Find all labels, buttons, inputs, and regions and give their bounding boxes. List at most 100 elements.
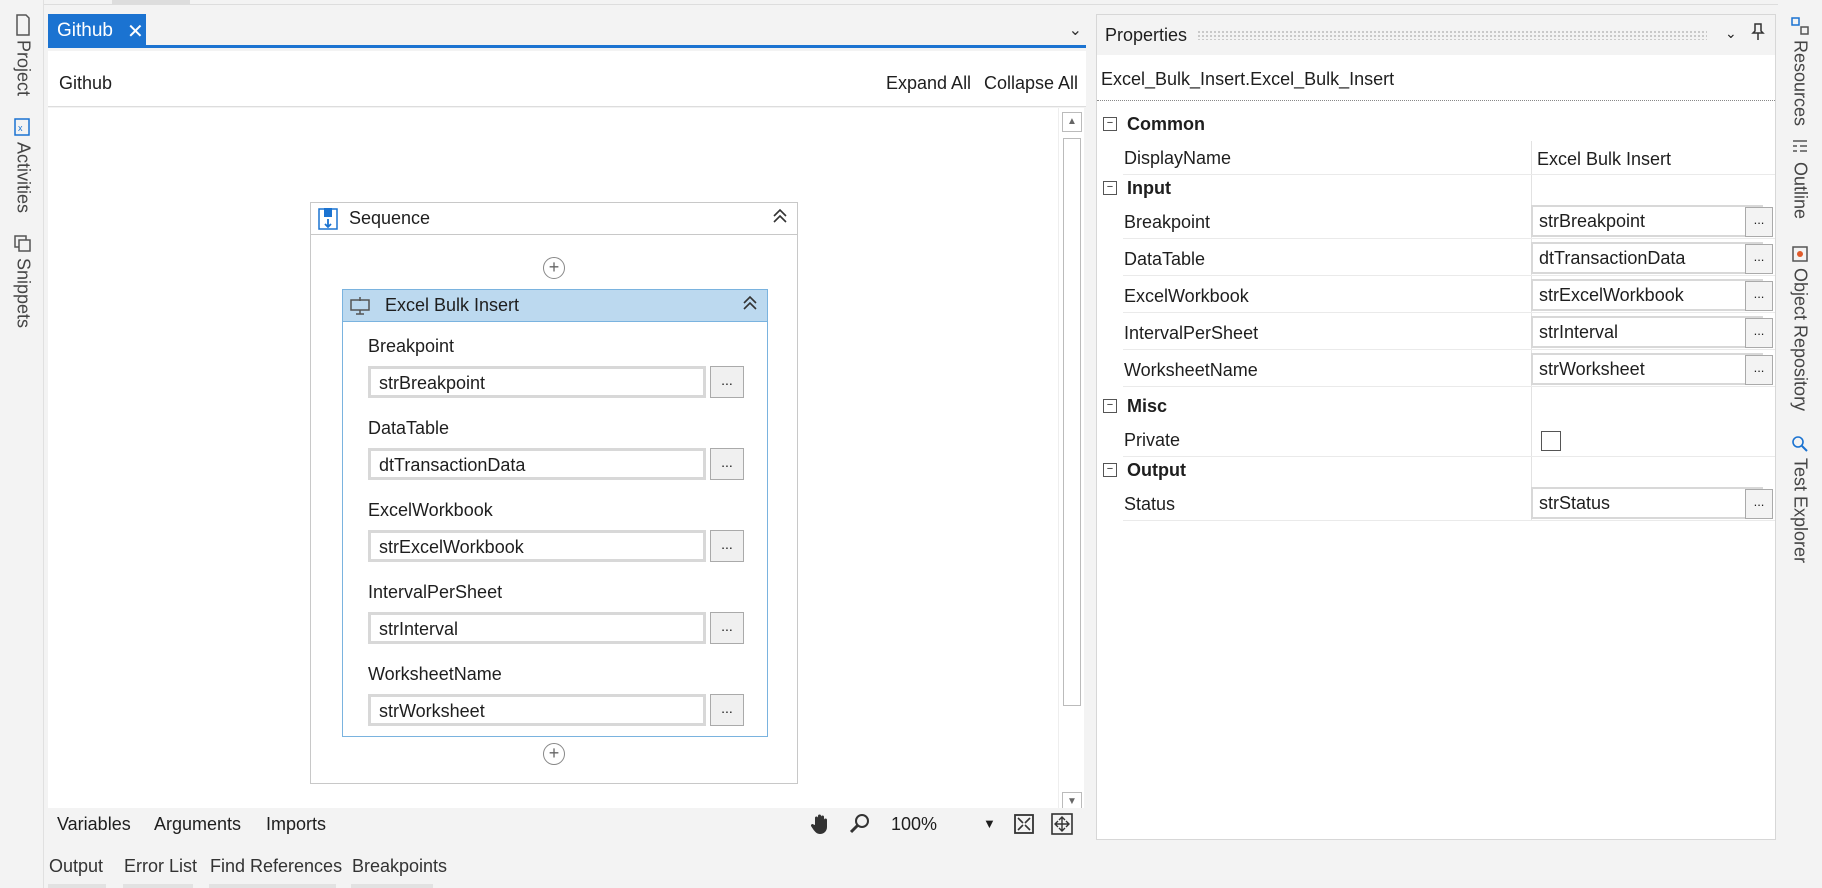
property-row-private[interactable]: Private xyxy=(1123,421,1775,457)
ellipsis-button-excelworkbook[interactable]: ... xyxy=(710,530,744,562)
add-activity-icon[interactable]: + xyxy=(543,257,565,279)
ellipsis-button-breakpoint[interactable]: ... xyxy=(710,366,744,398)
property-row-displayname[interactable]: DisplayName Excel Bulk Insert xyxy=(1123,139,1775,175)
field-input-datatable[interactable]: dtTransactionData xyxy=(368,448,706,480)
tab-output[interactable]: Output xyxy=(49,856,103,877)
property-name: DisplayName xyxy=(1124,148,1232,168)
designer-bottom-bar: Variables Arguments Imports 100% ▼ xyxy=(48,808,1086,840)
category-common[interactable]: − Common xyxy=(1097,110,1777,138)
ellipsis-button[interactable]: ... xyxy=(1745,281,1773,311)
property-row-excelworkbook[interactable]: ExcelWorkbook strExcelWorkbook ... xyxy=(1123,277,1775,313)
scroll-up-icon[interactable]: ▲ xyxy=(1062,112,1082,132)
property-row-intervalpersheet[interactable]: IntervalPerSheet strInterval ... xyxy=(1123,314,1775,350)
property-value-status[interactable]: strStatus xyxy=(1531,487,1763,519)
properties-object-name: Excel_Bulk_Insert.Excel_Bulk_Insert xyxy=(1097,55,1775,101)
tab-error-list[interactable]: Error List xyxy=(124,856,197,877)
dock-label-snippets: Snippets xyxy=(13,258,34,329)
dock-tab-outline[interactable]: Outline xyxy=(1786,138,1814,219)
zoom-icon[interactable] xyxy=(848,812,872,836)
category-label: Input xyxy=(1127,177,1171,198)
property-value-worksheetname[interactable]: strWorksheet xyxy=(1531,353,1763,385)
property-row-datatable[interactable]: DataTable dtTransactionData ... xyxy=(1123,240,1775,276)
dock-tab-resources[interactable]: Resources xyxy=(1786,16,1814,126)
vertical-scrollbar[interactable]: ▲ ▼ xyxy=(1058,108,1084,816)
scroll-thumb[interactable] xyxy=(1063,138,1081,706)
ellipsis-button[interactable]: ... xyxy=(1745,355,1773,385)
excel-bulk-insert-activity[interactable]: Excel Bulk Insert Breakpoint strBreakpoi… xyxy=(342,289,768,737)
property-row-status[interactable]: Status strStatus ... xyxy=(1123,485,1775,521)
field-input-worksheetname[interactable]: strWorksheet xyxy=(368,694,706,726)
fit-to-screen-icon[interactable] xyxy=(1012,812,1036,836)
collapse-toggle-icon[interactable]: − xyxy=(1103,399,1117,413)
panel-grip[interactable] xyxy=(1197,30,1707,40)
dock-label-project: Project xyxy=(13,40,34,97)
private-checkbox[interactable] xyxy=(1541,431,1561,451)
sequence-header[interactable]: Sequence xyxy=(311,203,797,235)
ellipsis-button-datatable[interactable]: ... xyxy=(710,448,744,480)
property-value-intervalpersheet[interactable]: strInterval xyxy=(1531,316,1763,348)
dock-label-test-explorer: Test Explorer xyxy=(1790,458,1811,564)
sequence-activity[interactable]: Sequence + Excel Bulk Insert Breakpoint xyxy=(310,202,798,784)
breadcrumb[interactable]: Github xyxy=(59,73,112,94)
field-input-breakpoint[interactable]: strBreakpoint xyxy=(368,366,706,398)
ellipsis-button-intervalpersheet[interactable]: ... xyxy=(710,612,744,644)
overview-icon[interactable] xyxy=(1050,812,1074,836)
dock-tab-activities[interactable]: x Activities xyxy=(10,116,36,213)
collapse-icon[interactable] xyxy=(769,207,791,229)
ellipsis-button[interactable]: ... xyxy=(1745,207,1773,237)
chevron-down-icon[interactable]: ⌄ xyxy=(1069,20,1082,40)
zoom-dropdown-icon[interactable]: ▼ xyxy=(983,816,996,831)
designer-canvas[interactable]: Sequence + Excel Bulk Insert Breakpoint xyxy=(48,108,1066,816)
collapse-icon[interactable] xyxy=(739,294,761,316)
project-icon xyxy=(16,14,30,36)
collapse-toggle-icon[interactable]: − xyxy=(1103,117,1117,131)
top-notch xyxy=(112,0,190,4)
document-tab-github[interactable]: Github ✕ xyxy=(48,14,146,48)
arguments-tab[interactable]: Arguments xyxy=(154,814,241,835)
property-value-displayname[interactable]: Excel Bulk Insert xyxy=(1531,145,1763,177)
chevron-down-icon[interactable]: ⌄ xyxy=(1725,25,1737,42)
zoom-level[interactable]: 100% xyxy=(891,814,937,835)
property-row-worksheetname[interactable]: WorksheetName strWorksheet ... xyxy=(1123,351,1775,387)
property-name: Private xyxy=(1124,430,1181,450)
collapse-toggle-icon[interactable]: − xyxy=(1103,463,1117,477)
category-output[interactable]: − Output xyxy=(1097,456,1777,484)
dock-tab-snippets[interactable]: Snippets xyxy=(10,232,36,328)
pin-icon[interactable] xyxy=(1751,23,1765,46)
breadcrumb-bar: Github Expand All Collapse All xyxy=(48,51,1086,107)
ellipsis-button[interactable]: ... xyxy=(1745,318,1773,348)
left-dock: Project x Activities Snippets xyxy=(0,0,44,888)
add-activity-icon[interactable]: + xyxy=(543,743,565,765)
collapse-toggle-icon[interactable]: − xyxy=(1103,181,1117,195)
ellipsis-button-worksheetname[interactable]: ... xyxy=(710,694,744,726)
excel-bulk-insert-header[interactable]: Excel Bulk Insert xyxy=(343,290,767,322)
variables-tab[interactable]: Variables xyxy=(57,814,131,835)
tab-underline xyxy=(48,884,106,888)
tab-breakpoints[interactable]: Breakpoints xyxy=(352,856,447,877)
expand-all-button[interactable]: Expand All xyxy=(886,73,971,94)
dock-tab-object-repository[interactable]: Object Repository xyxy=(1786,244,1814,411)
imports-tab[interactable]: Imports xyxy=(266,814,326,835)
dock-tab-test-explorer[interactable]: Test Explorer xyxy=(1786,434,1814,563)
collapse-all-button[interactable]: Collapse All xyxy=(984,73,1078,94)
designer-document: Github ✕ ⌄ Github Expand All Collapse Al… xyxy=(48,14,1086,840)
property-row-breakpoint[interactable]: Breakpoint strBreakpoint ... xyxy=(1123,203,1775,239)
property-value-excelworkbook[interactable]: strExcelWorkbook xyxy=(1531,279,1763,311)
category-misc[interactable]: − Misc xyxy=(1097,392,1777,420)
hand-pan-icon[interactable] xyxy=(808,812,832,836)
right-dock: Resources Outline Object Repository Test… xyxy=(1778,0,1822,888)
snippets-icon xyxy=(14,235,31,252)
field-input-intervalpersheet[interactable]: strInterval xyxy=(368,612,706,644)
field-input-excelworkbook[interactable]: strExcelWorkbook xyxy=(368,530,706,562)
category-input[interactable]: − Input xyxy=(1097,174,1777,202)
dock-label-outline: Outline xyxy=(1790,162,1811,220)
sequence-icon xyxy=(318,207,338,230)
dock-tab-project[interactable]: Project xyxy=(10,14,36,96)
tab-underline xyxy=(209,884,336,888)
close-icon[interactable]: ✕ xyxy=(127,19,144,44)
property-value-datatable[interactable]: dtTransactionData xyxy=(1531,242,1763,274)
ellipsis-button[interactable]: ... xyxy=(1745,244,1773,274)
tab-find-references[interactable]: Find References xyxy=(210,856,342,877)
property-value-breakpoint[interactable]: strBreakpoint xyxy=(1531,205,1763,237)
ellipsis-button[interactable]: ... xyxy=(1745,489,1773,519)
